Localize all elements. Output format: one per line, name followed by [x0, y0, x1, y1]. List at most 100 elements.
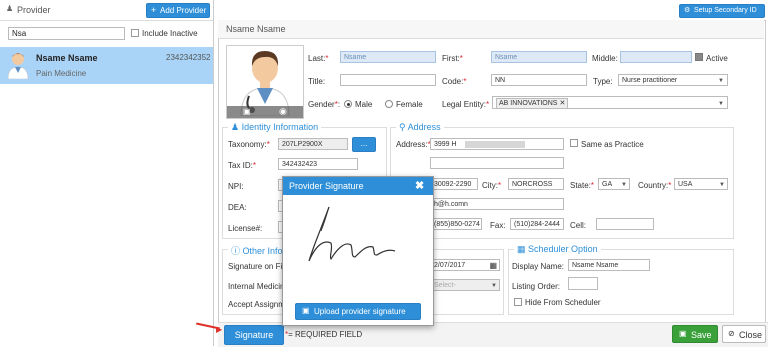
address-line1-input[interactable]: 3999 H	[430, 138, 564, 150]
address-value: 3999 H	[434, 141, 457, 148]
code-input[interactable]: NN	[491, 74, 587, 86]
close-button[interactable]: ⊘ Close	[722, 325, 766, 343]
hide-from-scheduler-checkbox[interactable]	[514, 298, 522, 306]
gear-icon: ⚙	[684, 7, 691, 14]
identity-section-title: ♟ Identity Information	[228, 122, 322, 133]
legal-entity-label: Legal Entity:*	[442, 100, 490, 109]
provider-icon: ♟	[6, 4, 14, 13]
save-icon: ▣	[679, 329, 687, 338]
setup-secondary-id-button[interactable]: ⚙ Setup Secondary ID	[679, 4, 765, 18]
top-toolbar: ⚙ Setup Secondary ID	[216, 0, 768, 20]
state-select-value: GA	[602, 181, 613, 188]
calendar-icon[interactable]: ▦	[489, 260, 497, 270]
remove-tag-icon[interactable]: ✕	[559, 100, 565, 107]
taxonomy-input[interactable]: 207LP2900X	[278, 138, 348, 150]
dialog-header: Provider Signature ✖	[283, 177, 433, 195]
close-label: Close	[739, 330, 763, 340]
save-button[interactable]: ▣ Save	[672, 325, 718, 343]
country-select[interactable]: USA ▼	[674, 178, 728, 190]
same-as-practice-checkbox[interactable]	[570, 139, 578, 147]
fax-input[interactable]: (510)284-2444	[510, 218, 564, 230]
signature-date-input[interactable]: 2/07/2017 ▦	[430, 259, 500, 271]
provider-name: Nsame Nsame	[36, 53, 98, 63]
close-icon[interactable]: ✖	[415, 179, 424, 192]
active-label: Active	[706, 54, 728, 63]
last-name-input[interactable]: Nsame	[340, 51, 436, 63]
display-name-input[interactable]: Nsame Nsame	[568, 259, 650, 271]
upload-signature-button[interactable]: ▣ Upload provider signature	[295, 303, 421, 320]
provider-list-panel: ♟ Provider + Add Provider Nsa Include In…	[0, 0, 214, 346]
camera-icon[interactable]: ◉	[279, 106, 287, 117]
provider-detail-header: Nsame Nsame	[218, 20, 764, 39]
chevron-down-icon: ▼	[718, 78, 724, 84]
close-circle-icon: ⊘	[728, 329, 735, 338]
female-radio[interactable]	[385, 100, 393, 108]
country-select-value: USA	[678, 181, 693, 188]
first-name-input[interactable]: Nsame	[491, 51, 587, 63]
address-redacted	[465, 141, 525, 148]
taxonomy-lookup-button[interactable]: ...	[352, 137, 376, 152]
male-radio[interactable]	[344, 100, 352, 108]
tax-id-input[interactable]: 342432423	[278, 158, 358, 170]
fax-label: Fax:	[490, 221, 506, 230]
middle-name-label: Middle:	[592, 54, 618, 63]
add-provider-label: Add Provider	[160, 6, 207, 15]
include-inactive-label: Include Inactive	[142, 29, 198, 38]
setup-secondary-id-label: Setup Secondary ID	[694, 7, 757, 14]
internal-medicine-select-value: Select-	[434, 282, 456, 289]
chevron-down-icon: ▼	[719, 182, 725, 188]
title-input[interactable]	[340, 74, 436, 86]
email-input[interactable]: h@h.comn	[430, 198, 564, 210]
scheduler-section-title: ▦ Scheduler Option	[514, 244, 601, 255]
female-label: Female	[396, 100, 423, 109]
middle-name-input[interactable]	[620, 51, 692, 63]
license-label: License#:	[228, 224, 263, 233]
avatar	[6, 51, 30, 80]
state-label: State:*	[570, 181, 595, 190]
image-icon[interactable]: ▣	[243, 107, 251, 116]
type-select-value: Nurse practitioner	[622, 77, 678, 84]
npi-label: NPI:	[228, 182, 244, 191]
chevron-down-icon: ▼	[621, 182, 627, 188]
chevron-down-icon: ▼	[718, 101, 724, 107]
active-checkbox[interactable]	[695, 53, 703, 61]
provider-photo[interactable]: ▣ ◉	[226, 45, 304, 119]
phone-input[interactable]: (855)850-0274	[430, 218, 482, 230]
provider-signature-dialog: Provider Signature ✖ ▣ Upload provider s…	[282, 176, 434, 326]
provider-list-item[interactable]: Nsame Nsame 2342342352 Pain Medicine	[0, 47, 213, 84]
legal-entity-select[interactable]: AB INNOVATIONS ✕ ▼	[492, 96, 728, 109]
provider-search-input[interactable]: Nsa	[8, 27, 125, 40]
display-name-label: Display Name:	[512, 262, 565, 271]
city-label: City:*	[482, 181, 502, 190]
address-line2-input[interactable]	[430, 157, 564, 169]
dea-label: DEA:	[228, 203, 247, 212]
code-label: Code:*	[442, 77, 467, 86]
state-select[interactable]: GA ▼	[598, 178, 630, 190]
add-provider-button[interactable]: + Add Provider	[146, 3, 210, 18]
include-inactive-checkbox[interactable]	[131, 29, 139, 37]
accept-assignment-label: Accept Assignm	[228, 300, 285, 309]
image-icon: ▣	[302, 306, 310, 315]
legal-entity-tag: AB INNOVATIONS ✕	[496, 98, 569, 108]
listing-order-input[interactable]	[568, 277, 598, 290]
country-label: Country:*	[638, 181, 672, 190]
address-label: Address:*	[396, 140, 431, 149]
signature-button[interactable]: Signature	[224, 325, 284, 345]
photo-toolbar: ▣ ◉	[227, 106, 303, 118]
male-label: Male	[355, 100, 373, 109]
taxonomy-label: Taxonomy:*	[228, 140, 270, 149]
type-label: Type:	[593, 77, 613, 86]
type-select[interactable]: Nurse practitioner ▼	[618, 74, 728, 86]
signature-date-value: 2/07/2017	[434, 262, 466, 269]
cell-input[interactable]	[596, 218, 654, 230]
city-input[interactable]: NORCROSS	[508, 178, 564, 190]
map-marker-icon: ⚲	[399, 122, 406, 132]
person-icon: ♟	[231, 122, 240, 132]
other-info-section-title: ⓘ Other Info	[228, 244, 286, 257]
chevron-down-icon: ▼	[491, 283, 497, 289]
same-as-practice-label: Same as Practice	[581, 140, 644, 149]
arrow-head-icon: ▶	[216, 325, 223, 334]
zip-input[interactable]: 30092-2290	[430, 178, 478, 190]
internal-medicine-select[interactable]: Select- ▼	[430, 279, 500, 291]
save-label: Save	[691, 330, 712, 340]
